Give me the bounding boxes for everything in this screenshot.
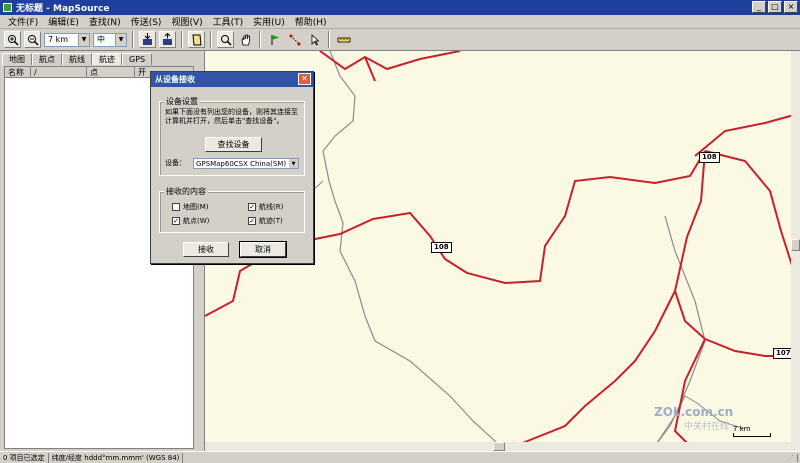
- tracks-checkbox-label: 航迹(T): [259, 217, 283, 225]
- check-icon[interactable]: ✓: [248, 203, 256, 211]
- highway: [319, 51, 461, 71]
- receive-content-group: 接收的内容 地图(M) ✓ 航线(R) ✓ 航点(W) ✓ 航迹(T): [159, 186, 305, 233]
- watermark-logo: ZOL.com.cn 中关村在线: [654, 405, 733, 432]
- highway: [694, 112, 800, 157]
- route-shield-label[interactable]: 108: [699, 152, 720, 163]
- detail-level-select[interactable]: 中 ▼: [93, 32, 127, 47]
- device-instructions: 如果下面没有列出您的设备，则将其连接至计算机并打开，然后单击"查找设备"。: [165, 108, 298, 125]
- dialog-title: 从设备接收: [155, 75, 195, 84]
- menu-view[interactable]: 视图(V): [166, 15, 207, 28]
- measure-tool-icon[interactable]: [335, 31, 352, 48]
- receive-from-device-dialog: 从设备接收 ✕ 设备设置 如果下面没有列出您的设备，则将其连接至计算机并打开，然…: [150, 71, 314, 264]
- waypoints-checkbox[interactable]: ✓ 航点(W): [172, 216, 209, 226]
- zoom-tool-icon[interactable]: [217, 31, 234, 48]
- menu-help[interactable]: 帮助(H): [290, 15, 332, 28]
- watermark-subtitle: 中关村在线: [684, 422, 730, 432]
- zoom-out-icon[interactable]: [24, 31, 41, 48]
- receive-button[interactable]: 接收: [183, 242, 229, 257]
- watermark-brand: ZOL.com.cn: [654, 405, 734, 419]
- zoom-scale-value: 7 km: [48, 35, 69, 44]
- device-settings-group: 设备设置 如果下面没有列出您的设备，则将其连接至计算机并打开，然后单击"查找设备…: [159, 96, 305, 176]
- menu-edit[interactable]: 编辑(E): [43, 15, 84, 28]
- close-window-button[interactable]: ×: [784, 1, 798, 13]
- dialog-title-bar: 从设备接收 ✕: [151, 72, 313, 87]
- tab-waypoints[interactable]: 航点: [32, 53, 62, 65]
- coordinate-format-status: 纬度/经度 hddd°mm.mmm' (WGS 84): [49, 452, 184, 463]
- toolbar-separator: [132, 31, 134, 48]
- menu-find[interactable]: 查找(N): [84, 15, 126, 28]
- chevron-down-icon: ▼: [289, 159, 298, 168]
- menu-transfer[interactable]: 传送(S): [126, 15, 167, 28]
- send-to-device-icon[interactable]: [159, 31, 176, 48]
- device-label: 设备：: [165, 159, 186, 167]
- tab-routes[interactable]: 航线: [62, 53, 92, 65]
- zoom-in-icon[interactable]: [4, 31, 21, 48]
- receive-from-device-icon[interactable]: [139, 31, 156, 48]
- tab-gps[interactable]: GPS: [122, 53, 153, 65]
- tab-maps[interactable]: 地图: [2, 53, 32, 65]
- title-bar: 无标题 - MapSource _ □ ×: [0, 0, 800, 15]
- scroll-thumb[interactable]: [791, 239, 800, 251]
- column-sort[interactable]: /: [31, 67, 87, 77]
- waypoint-tool-icon[interactable]: [266, 31, 283, 48]
- toolbar: 7 km ▼ 中 ▼: [0, 29, 800, 51]
- menu-file[interactable]: 文件(F): [3, 15, 43, 28]
- toolbar-separator: [259, 31, 261, 48]
- check-icon[interactable]: ✓: [172, 217, 180, 225]
- status-bar: 0 项目已选定 纬度/经度 hddd°mm.mmm' (WGS 84) ⋰: [0, 451, 800, 463]
- toolbar-separator: [181, 31, 183, 48]
- map-vertical-scrollbar[interactable]: [791, 51, 800, 442]
- map-scale-label: 7 km: [733, 425, 751, 433]
- zoom-scale-select[interactable]: 7 km ▼: [44, 32, 90, 47]
- resize-grip-icon[interactable]: ⋰: [784, 454, 798, 462]
- receive-content-label: 接收的内容: [164, 186, 208, 197]
- scroll-thumb[interactable]: [493, 442, 505, 451]
- chevron-down-icon: ▼: [115, 33, 126, 46]
- highway: [704, 150, 800, 292]
- map-horizontal-scrollbar[interactable]: [205, 442, 800, 451]
- map-scale: 7 km: [733, 425, 771, 437]
- maximize-button[interactable]: □: [768, 1, 782, 13]
- minimize-button[interactable]: _: [752, 1, 766, 13]
- menu-tools[interactable]: 工具(T): [208, 15, 249, 28]
- cancel-button[interactable]: 取消: [239, 241, 287, 258]
- sidebar-tabs: 地图 航点 航线 航迹 GPS: [2, 53, 153, 65]
- find-device-button[interactable]: 查找设备: [205, 137, 262, 152]
- map-scale-bar: [733, 433, 771, 437]
- map-select-icon[interactable]: [188, 31, 205, 48]
- check-icon[interactable]: ✓: [248, 217, 256, 225]
- dialog-close-icon[interactable]: ✕: [298, 73, 311, 85]
- route-tool-icon[interactable]: [286, 31, 303, 48]
- routes-checkbox[interactable]: ✓ 航线(R): [248, 202, 283, 212]
- chevron-down-icon: ▼: [78, 33, 89, 46]
- tab-tracks[interactable]: 航迹: [92, 53, 122, 65]
- device-select-value: GPSMap60CSX China(SM) (Uni: [196, 159, 299, 168]
- device-settings-label: 设备设置: [164, 96, 200, 107]
- tracks-checkbox[interactable]: ✓ 航迹(T): [248, 216, 283, 226]
- selection-status: 0 项目已选定: [0, 452, 49, 463]
- column-name[interactable]: 名称: [5, 67, 31, 77]
- window-title: 无标题 - MapSource: [16, 4, 110, 14]
- highway: [500, 290, 676, 451]
- device-select[interactable]: GPSMap60CSX China(SM) (Uni ▼: [193, 158, 299, 169]
- mapsource-app-icon: [3, 3, 12, 12]
- hand-tool-icon[interactable]: [237, 31, 254, 48]
- detail-level-value: 中: [97, 35, 105, 44]
- maps-checkbox-label: 地图(M): [183, 203, 209, 211]
- toolbar-separator: [210, 31, 212, 48]
- toolbar-separator: [328, 31, 330, 48]
- route-shield-label[interactable]: 108: [431, 242, 452, 253]
- maps-checkbox[interactable]: 地图(M): [172, 202, 209, 212]
- waypoints-checkbox-label: 航点(W): [183, 217, 210, 225]
- routes-checkbox-label: 航线(R): [259, 203, 284, 211]
- minor-road: [322, 51, 506, 451]
- checkbox-unchecked[interactable]: [172, 203, 180, 211]
- column-points[interactable]: 点: [87, 67, 135, 77]
- selection-tool-icon[interactable]: [306, 31, 323, 48]
- menu-utilities[interactable]: 实用(U): [248, 15, 290, 28]
- menu-bar: 文件(F) 编辑(E) 查找(N) 传送(S) 视图(V) 工具(T) 实用(U…: [0, 15, 800, 29]
